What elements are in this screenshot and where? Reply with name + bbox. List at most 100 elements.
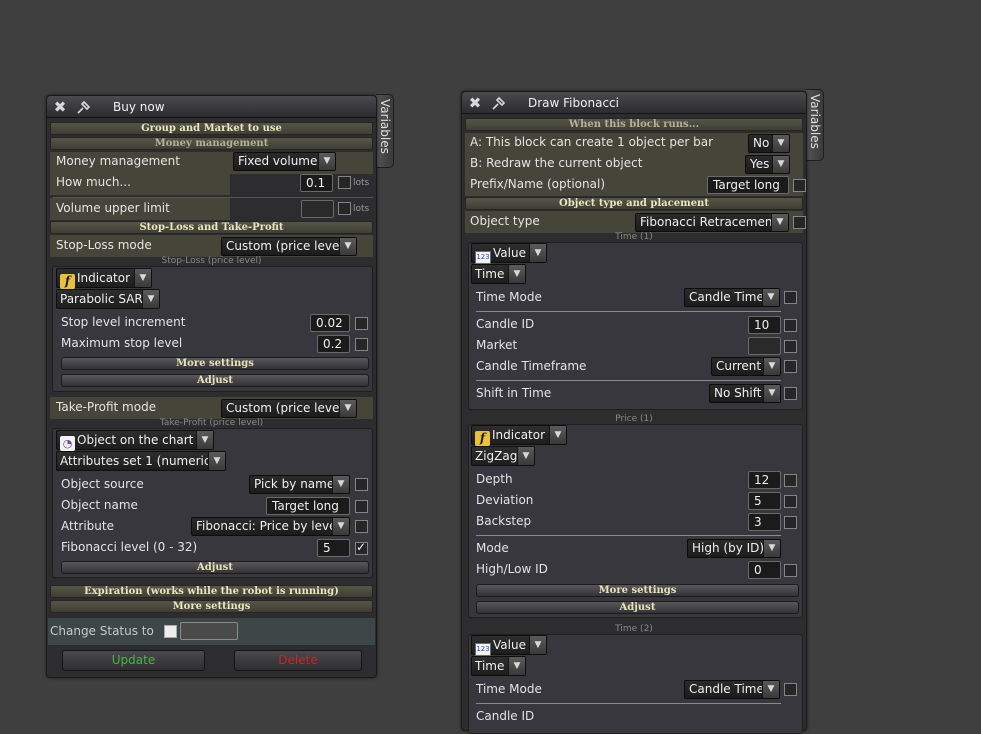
vol-upper-checkbox[interactable] <box>338 202 351 215</box>
tp-mode-select[interactable]: Custom (price level) ▼ <box>221 399 357 418</box>
sl-adjust-button[interactable]: Adjust <box>61 374 369 387</box>
fib-titlebar[interactable]: ✖ Draw Fibonacci <box>462 92 806 114</box>
vol-upper-input[interactable] <box>301 200 334 218</box>
mm-select[interactable]: Fixed volume ▼ <box>233 152 336 171</box>
candle-id-checkbox[interactable] <box>784 319 797 332</box>
section-expiration[interactable]: Expiration (works while the robot is run… <box>50 585 373 598</box>
sl-source-select[interactable]: f Indicator ▼ <box>56 268 152 289</box>
section-money-management[interactable]: Money management <box>50 137 373 150</box>
divider <box>476 380 781 381</box>
backstep-input[interactable]: 3 <box>748 513 781 531</box>
price1-adjust-button[interactable]: Adjust <box>476 601 799 614</box>
prefix-checkbox[interactable] <box>793 179 806 192</box>
tp-mode-value: Custom (price level) <box>226 401 348 415</box>
fib-level-checkbox[interactable] <box>355 540 368 555</box>
b-select[interactable]: Yes ▼ <box>745 155 790 174</box>
tp-caption: Take-Profit (price level) <box>159 418 264 428</box>
price1-caption: Price (1) <box>615 414 653 424</box>
sl-step-checkbox[interactable] <box>355 317 368 330</box>
sl-group: f Indicator ▼ Parabolic SAR ▼ Stop level … <box>52 266 373 392</box>
obj-name-input[interactable]: Target long <box>266 497 350 515</box>
obj-type-checkbox[interactable] <box>793 216 806 229</box>
tp-source-value: Object on the chart <box>77 433 194 447</box>
delete-button[interactable]: Delete <box>234 650 362 671</box>
hl-id-input[interactable]: 0 <box>748 561 781 579</box>
attribute-checkbox[interactable] <box>355 520 368 533</box>
time2-source-select[interactable]: 123 Value ▼ <box>471 635 547 656</box>
depth-input[interactable]: 12 <box>748 471 781 489</box>
function-icon: f <box>60 274 75 289</box>
change-status-checkbox[interactable] <box>164 625 177 638</box>
chevron-down-icon: ▼ <box>549 426 566 444</box>
chevron-down-icon: ▼ <box>339 400 356 417</box>
close-icon[interactable]: ✖ <box>466 94 484 112</box>
price1-indicator-select[interactable]: ZigZag ▼ <box>471 446 535 466</box>
pin-icon[interactable] <box>490 94 508 112</box>
section-more-settings[interactable]: More settings <box>50 600 373 613</box>
candle-id-input[interactable]: 10 <box>748 316 781 334</box>
close-icon[interactable]: ✖ <box>51 98 69 116</box>
backstep-checkbox[interactable] <box>784 516 797 529</box>
buy-title: Buy now <box>113 100 165 114</box>
tp-adjust-button[interactable]: Adjust <box>61 561 369 574</box>
change-status-input[interactable] <box>180 622 238 640</box>
attribute-select[interactable]: Fibonacci: Price by level ▼ <box>191 517 350 536</box>
time1-mode-select[interactable]: Candle Time ▼ <box>684 288 780 307</box>
shift-checkbox[interactable] <box>784 387 797 400</box>
section-sl-tp[interactable]: Stop-Loss and Take-Profit <box>50 221 373 234</box>
section-group-market[interactable]: Group and Market to use <box>50 122 373 135</box>
fib-variables-tab[interactable]: Variables <box>806 89 824 161</box>
time2-kind-select[interactable]: Time ▼ <box>471 656 526 676</box>
price1-more-settings-button[interactable]: More settings <box>476 584 799 597</box>
candle-tf-checkbox[interactable] <box>784 360 797 373</box>
prefix-input[interactable]: Target long <box>707 176 789 194</box>
section-when-runs[interactable]: When this block runs... <box>465 118 803 131</box>
obj-name-checkbox[interactable] <box>355 500 368 513</box>
a-select[interactable]: No ▼ <box>748 134 790 153</box>
price1-source-select[interactable]: f Indicator ▼ <box>471 425 567 446</box>
deviation-input[interactable]: 5 <box>748 492 781 510</box>
pin-icon[interactable] <box>75 98 93 116</box>
market-checkbox[interactable] <box>784 340 797 353</box>
buy-variables-tab[interactable]: Variables <box>376 94 394 168</box>
tp-source-select[interactable]: ◔ Object on the chart ▼ <box>56 430 214 451</box>
tp-attr-set-select[interactable]: Attributes set 1 (numeric) ▼ <box>56 451 226 471</box>
how-much-checkbox[interactable] <box>338 176 351 189</box>
sl-indicator-select[interactable]: Parabolic SAR ▼ <box>56 289 160 309</box>
mm-label: Money management <box>56 154 180 168</box>
shift-label: Shift in Time <box>476 386 552 400</box>
update-button[interactable]: Update <box>62 650 205 671</box>
obj-source-checkbox[interactable] <box>355 478 368 491</box>
how-much-input[interactable]: 0.1 <box>300 174 333 192</box>
obj-source-select[interactable]: Pick by name ▼ <box>249 475 350 494</box>
fib-level-input[interactable]: 5 <box>317 539 350 557</box>
time2-caption: Time (2) <box>615 624 653 634</box>
chevron-down-icon: ▼ <box>763 358 780 375</box>
obj-type-select[interactable]: Fibonacci Retracement ▼ <box>635 213 789 232</box>
shift-select[interactable]: No Shift ▼ <box>709 384 781 403</box>
time1-kind-select[interactable]: Time ▼ <box>471 264 526 284</box>
market-input[interactable] <box>748 337 781 355</box>
depth-checkbox[interactable] <box>784 474 797 487</box>
time2-mode-value: Candle Time <box>689 682 764 696</box>
time2-mode-select[interactable]: Candle Time ▼ <box>684 680 780 699</box>
function-icon: f <box>475 431 490 446</box>
sl-step-input[interactable]: 0.02 <box>310 314 350 332</box>
deviation-checkbox[interactable] <box>784 495 797 508</box>
section-object-type[interactable]: Object type and placement <box>465 197 803 210</box>
sl-more-settings-button[interactable]: More settings <box>61 357 369 370</box>
buy-now-panel: ✖ Buy now Group and Market to use Money … <box>46 95 377 678</box>
sl-mode-select[interactable]: Custom (price level) ▼ <box>221 237 357 256</box>
candle-tf-select[interactable]: Current ▼ <box>711 357 781 376</box>
time1-source-select[interactable]: 123 Value ▼ <box>471 243 547 264</box>
value-icon: 123 <box>475 643 491 656</box>
sl-max-input[interactable]: 0.2 <box>317 335 350 353</box>
sl-mode-label: Stop-Loss mode <box>56 238 152 252</box>
hl-id-checkbox[interactable] <box>784 564 797 577</box>
mode-select[interactable]: High (by ID) ▼ <box>687 539 781 558</box>
time2-mode-checkbox[interactable] <box>784 683 797 696</box>
time1-mode-checkbox[interactable] <box>784 291 797 304</box>
buy-titlebar[interactable]: ✖ Buy now <box>47 96 376 118</box>
price1-group: f Indicator ▼ ZigZag ▼ Depth 12 Deviation… <box>468 424 803 618</box>
sl-max-checkbox[interactable] <box>355 338 368 351</box>
